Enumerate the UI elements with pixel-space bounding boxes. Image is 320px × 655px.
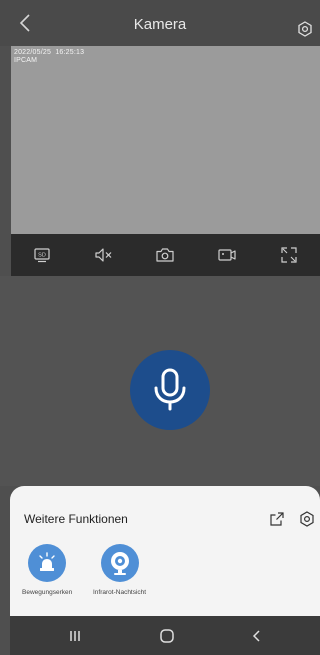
talk-area	[0, 276, 320, 486]
feature-motion-detection[interactable]: Bewegungserken	[22, 544, 72, 596]
video-toolbar: SD	[11, 234, 320, 276]
fullscreen-button[interactable]	[276, 242, 302, 268]
nav-back-button[interactable]	[247, 626, 267, 646]
settings-button[interactable]	[296, 20, 314, 38]
recent-apps-button[interactable]	[65, 626, 85, 646]
camera-snapshot-icon	[156, 248, 175, 262]
talk-button[interactable]	[130, 350, 210, 430]
osd-camera-name: IPCAM	[14, 57, 38, 64]
video-feed[interactable]: 2022/05/25 16:25:13 IPCAM	[11, 46, 320, 234]
microphone-icon	[154, 368, 186, 411]
feature-label: Bewegungserken	[22, 589, 73, 596]
external-link-icon	[270, 512, 284, 526]
feature-infrared-night-vision[interactable]: Infrarot-Nachtsicht	[93, 544, 146, 596]
ir-camera-icon	[110, 552, 129, 575]
open-external-button[interactable]	[268, 510, 286, 528]
panel-title: Weitere Funktionen	[24, 512, 128, 526]
quality-button[interactable]: SD	[29, 242, 55, 268]
mute-icon	[95, 248, 112, 262]
system-navigation-bar	[10, 616, 320, 655]
top-bar: Kamera	[0, 0, 320, 46]
page-title: Kamera	[133, 16, 187, 33]
gear-icon	[300, 511, 314, 527]
home-icon	[160, 629, 174, 643]
record-button[interactable]	[214, 242, 240, 268]
feature-icon-circle	[28, 544, 67, 582]
osd-timestamp: 2022/05/25 16:25:13	[14, 49, 85, 56]
snapshot-button[interactable]	[152, 242, 178, 268]
home-button[interactable]	[157, 626, 177, 646]
video-osd: 2022/05/25 16:25:13 IPCAM	[14, 49, 84, 65]
siren-icon	[39, 552, 55, 571]
feature-icon-circle	[100, 544, 139, 582]
gear-icon	[298, 21, 312, 37]
sd-quality-icon: SD	[34, 248, 50, 263]
fullscreen-icon	[281, 247, 297, 263]
mute-button[interactable]	[91, 242, 117, 268]
panel-settings-button[interactable]	[298, 510, 316, 528]
recent-apps-icon	[70, 631, 80, 641]
back-icon	[252, 630, 260, 642]
sd-label: SD	[38, 253, 46, 259]
video-record-icon	[218, 249, 236, 261]
more-functions-panel: Weitere Funktionen Bewegungserken Infrar…	[10, 486, 320, 616]
feature-label: Infrarot-Nachtsicht	[93, 589, 147, 596]
